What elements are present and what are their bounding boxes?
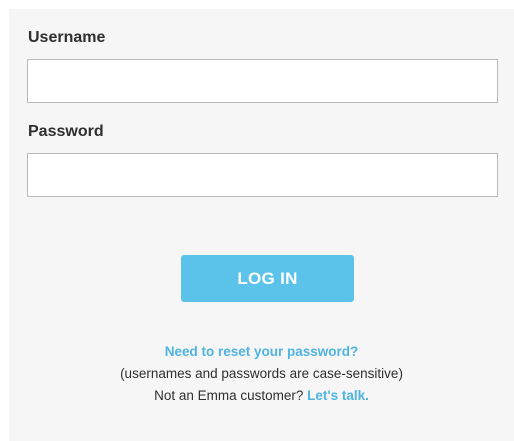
username-input[interactable] <box>27 59 498 103</box>
case-sensitive-note: (usernames and passwords are case-sensit… <box>120 366 403 381</box>
reset-password-link[interactable]: Need to reset your password? <box>165 344 359 359</box>
password-label: Password <box>28 123 104 140</box>
not-customer-text: Not an Emma customer? <box>154 388 308 403</box>
not-customer-row: Not an Emma customer? Let's talk. <box>9 386 514 406</box>
password-input[interactable] <box>27 153 498 197</box>
login-button[interactable]: LOG IN <box>181 255 354 302</box>
reset-password-row: Need to reset your password? <box>9 342 514 362</box>
username-label: Username <box>28 29 106 46</box>
lets-talk-link[interactable]: Let's talk. <box>307 388 369 403</box>
login-panel: Username Password LOG IN Need to reset y… <box>9 9 514 441</box>
